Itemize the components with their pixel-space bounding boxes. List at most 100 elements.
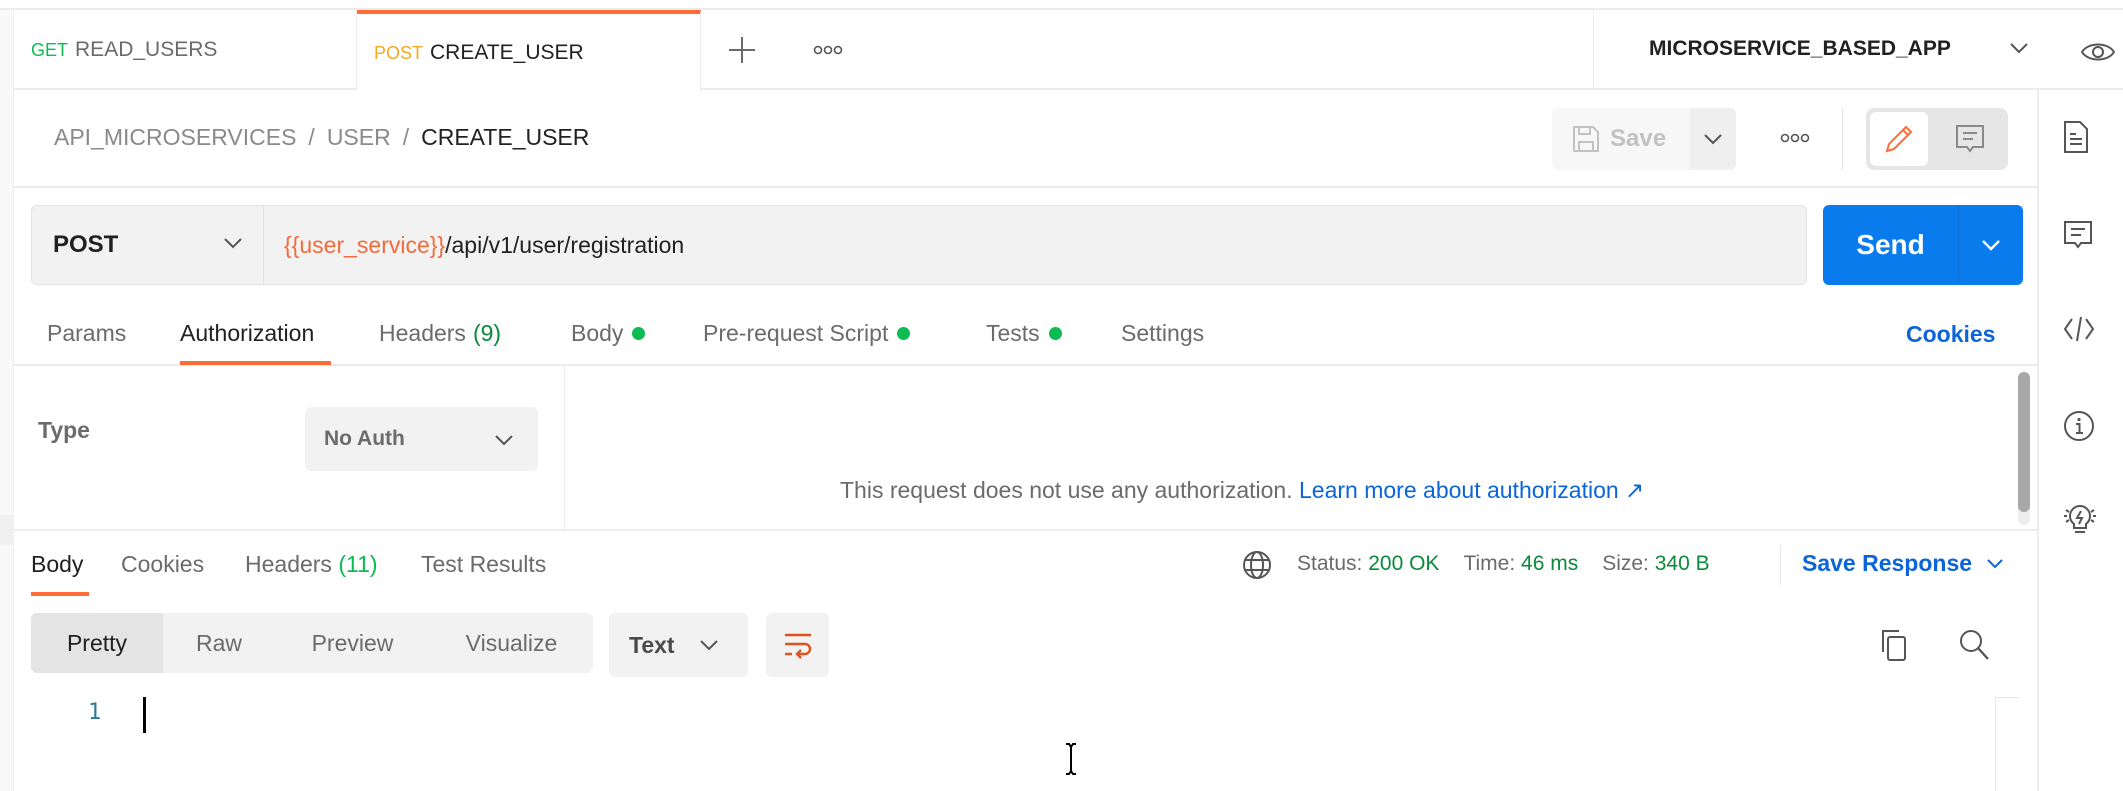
word-wrap-button[interactable] bbox=[766, 613, 829, 677]
mouse-cursor bbox=[1063, 742, 1079, 776]
save-icon bbox=[1573, 126, 1599, 152]
response-size[interactable]: Size: 340 B bbox=[1602, 552, 1709, 576]
tab-method: POST bbox=[374, 42, 424, 63]
view-preview[interactable]: Preview bbox=[275, 613, 430, 673]
environment-dropdown-button[interactable] bbox=[2009, 41, 2029, 55]
tab-method: GET bbox=[31, 39, 69, 60]
status-label: Status: bbox=[1297, 552, 1363, 575]
request-tabs: Params Authorization Headers (9) Body Pre… bbox=[14, 300, 2037, 366]
tab-label: Pre-request Script bbox=[703, 320, 889, 346]
response-tab-headers[interactable]: Headers (11) bbox=[245, 551, 378, 578]
save-response-button[interactable]: Save Response bbox=[1802, 550, 2004, 577]
comment-icon bbox=[2064, 221, 2092, 249]
line-number: 1 bbox=[88, 700, 102, 725]
request-more-button[interactable] bbox=[1780, 128, 1810, 148]
save-options-button[interactable] bbox=[1690, 108, 1736, 170]
edit-mode-button[interactable] bbox=[1870, 112, 1928, 166]
send-button[interactable]: Send bbox=[1823, 205, 1958, 285]
chevron-down-icon bbox=[224, 238, 242, 249]
mode-switch bbox=[1866, 108, 2008, 170]
url-input[interactable]: {{user_service}}/api/v1/user/registratio… bbox=[284, 206, 684, 284]
chevron-down-icon bbox=[1987, 558, 2003, 568]
headers-count: (9) bbox=[472, 320, 502, 346]
method-select[interactable]: POST bbox=[32, 206, 264, 284]
more-tabs-button[interactable] bbox=[812, 40, 844, 60]
comments-button[interactable] bbox=[2063, 220, 2093, 250]
environment-quick-look-button[interactable] bbox=[2080, 40, 2116, 64]
format-select[interactable]: Text bbox=[609, 613, 748, 677]
method-value: POST bbox=[53, 231, 119, 258]
status-dot bbox=[1048, 327, 1062, 340]
search-button[interactable] bbox=[1958, 628, 1990, 662]
right-context-bar bbox=[2037, 90, 2123, 791]
view-pretty[interactable]: Pretty bbox=[31, 613, 163, 673]
editor-scrollbar[interactable] bbox=[1995, 697, 2019, 791]
status-dot bbox=[897, 327, 911, 340]
scrollbar-thumb[interactable] bbox=[2018, 372, 2030, 512]
tab-label: Headers bbox=[245, 551, 332, 577]
request-name[interactable]: CREATE_USER bbox=[421, 124, 589, 151]
request-tab-bar: GET READ_USERS POST CREATE_USER MICROSER… bbox=[14, 10, 2123, 92]
left-sidebar-edge bbox=[0, 10, 14, 791]
info-button[interactable] bbox=[2063, 410, 2095, 442]
related-collections-button[interactable] bbox=[2063, 502, 2097, 538]
url-bar: POST {{user_service}}/api/v1/user/regist… bbox=[31, 205, 1807, 285]
breadcrumb-folder[interactable]: USER bbox=[327, 124, 391, 151]
pencil-icon bbox=[1885, 125, 1913, 153]
tab-label: Body bbox=[571, 320, 624, 346]
copy-button[interactable] bbox=[1878, 628, 1910, 662]
tab-label: Settings bbox=[1121, 320, 1205, 346]
auth-type-select[interactable]: No Auth bbox=[305, 407, 538, 471]
learn-more-link[interactable]: Learn more about authorization ↗ bbox=[1299, 477, 1644, 503]
breadcrumb: API_MICROSERVICES / USER / CREATE_USER bbox=[54, 124, 589, 151]
new-tab-button[interactable] bbox=[726, 34, 758, 66]
tab-label: Authorization bbox=[180, 320, 315, 346]
network-info-button[interactable] bbox=[1242, 550, 1272, 580]
copy-icon bbox=[1882, 630, 1906, 661]
tab-label: Params bbox=[47, 320, 127, 346]
cookies-link[interactable]: Cookies bbox=[1906, 321, 1995, 348]
view-visualize[interactable]: Visualize bbox=[430, 613, 593, 673]
comment-icon bbox=[1956, 125, 1984, 153]
response-status[interactable]: Status: 200 OK bbox=[1297, 552, 1439, 576]
format-value: Text bbox=[629, 631, 675, 658]
send-options-button[interactable] bbox=[1959, 205, 2023, 285]
status-value: 200 OK bbox=[1368, 552, 1440, 575]
tab-create-user[interactable]: POST CREATE_USER bbox=[357, 10, 701, 92]
chevron-down-icon bbox=[2010, 43, 2028, 54]
code-snippet-button[interactable] bbox=[2063, 315, 2095, 343]
more-horizontal-icon bbox=[1780, 133, 1810, 143]
tab-settings[interactable]: Settings bbox=[1121, 320, 1204, 347]
document-icon bbox=[2064, 121, 2088, 153]
tab-title: CREATE_USER bbox=[430, 41, 584, 64]
tab-body[interactable]: Body bbox=[571, 320, 646, 347]
url-path: /api/v1/user/registration bbox=[445, 231, 685, 258]
tab-params[interactable]: Params bbox=[47, 320, 126, 347]
save-label: Save bbox=[1610, 125, 1667, 152]
wrap-lines-icon bbox=[784, 633, 811, 659]
comment-mode-button[interactable] bbox=[1940, 112, 2000, 166]
tab-tests[interactable]: Tests bbox=[986, 320, 1062, 347]
tab-label: Headers bbox=[379, 320, 466, 346]
tab-read-users[interactable]: GET READ_USERS bbox=[14, 10, 357, 90]
active-tab-indicator bbox=[180, 361, 331, 365]
response-tab-cookies[interactable]: Cookies bbox=[121, 551, 204, 578]
tab-headers[interactable]: Headers (9) bbox=[379, 320, 501, 347]
chevron-down-icon bbox=[495, 435, 513, 446]
status-dot bbox=[632, 327, 646, 340]
breadcrumb-collection[interactable]: API_MICROSERVICES bbox=[54, 124, 296, 151]
environment-selector[interactable]: MICROSERVICE_BASED_APP bbox=[1649, 37, 1951, 61]
request-header: API_MICROSERVICES / USER / CREATE_USER S… bbox=[14, 90, 2037, 188]
view-raw[interactable]: Raw bbox=[163, 613, 275, 673]
response-time[interactable]: Time: 46 ms bbox=[1463, 552, 1578, 576]
tab-authorization[interactable]: Authorization bbox=[180, 320, 314, 347]
documentation-button[interactable] bbox=[2063, 120, 2089, 154]
tab-pre-request-script[interactable]: Pre-request Script bbox=[703, 320, 911, 347]
response-tab-body[interactable]: Body bbox=[31, 551, 83, 578]
lightbulb-icon bbox=[2064, 504, 2096, 533]
save-response-label: Save Response bbox=[1802, 550, 1973, 576]
response-tab-test-results[interactable]: Test Results bbox=[421, 551, 546, 578]
save-button[interactable]: Save bbox=[1552, 108, 1690, 170]
active-tab-indicator bbox=[31, 592, 89, 596]
eye-icon bbox=[2080, 43, 2116, 61]
